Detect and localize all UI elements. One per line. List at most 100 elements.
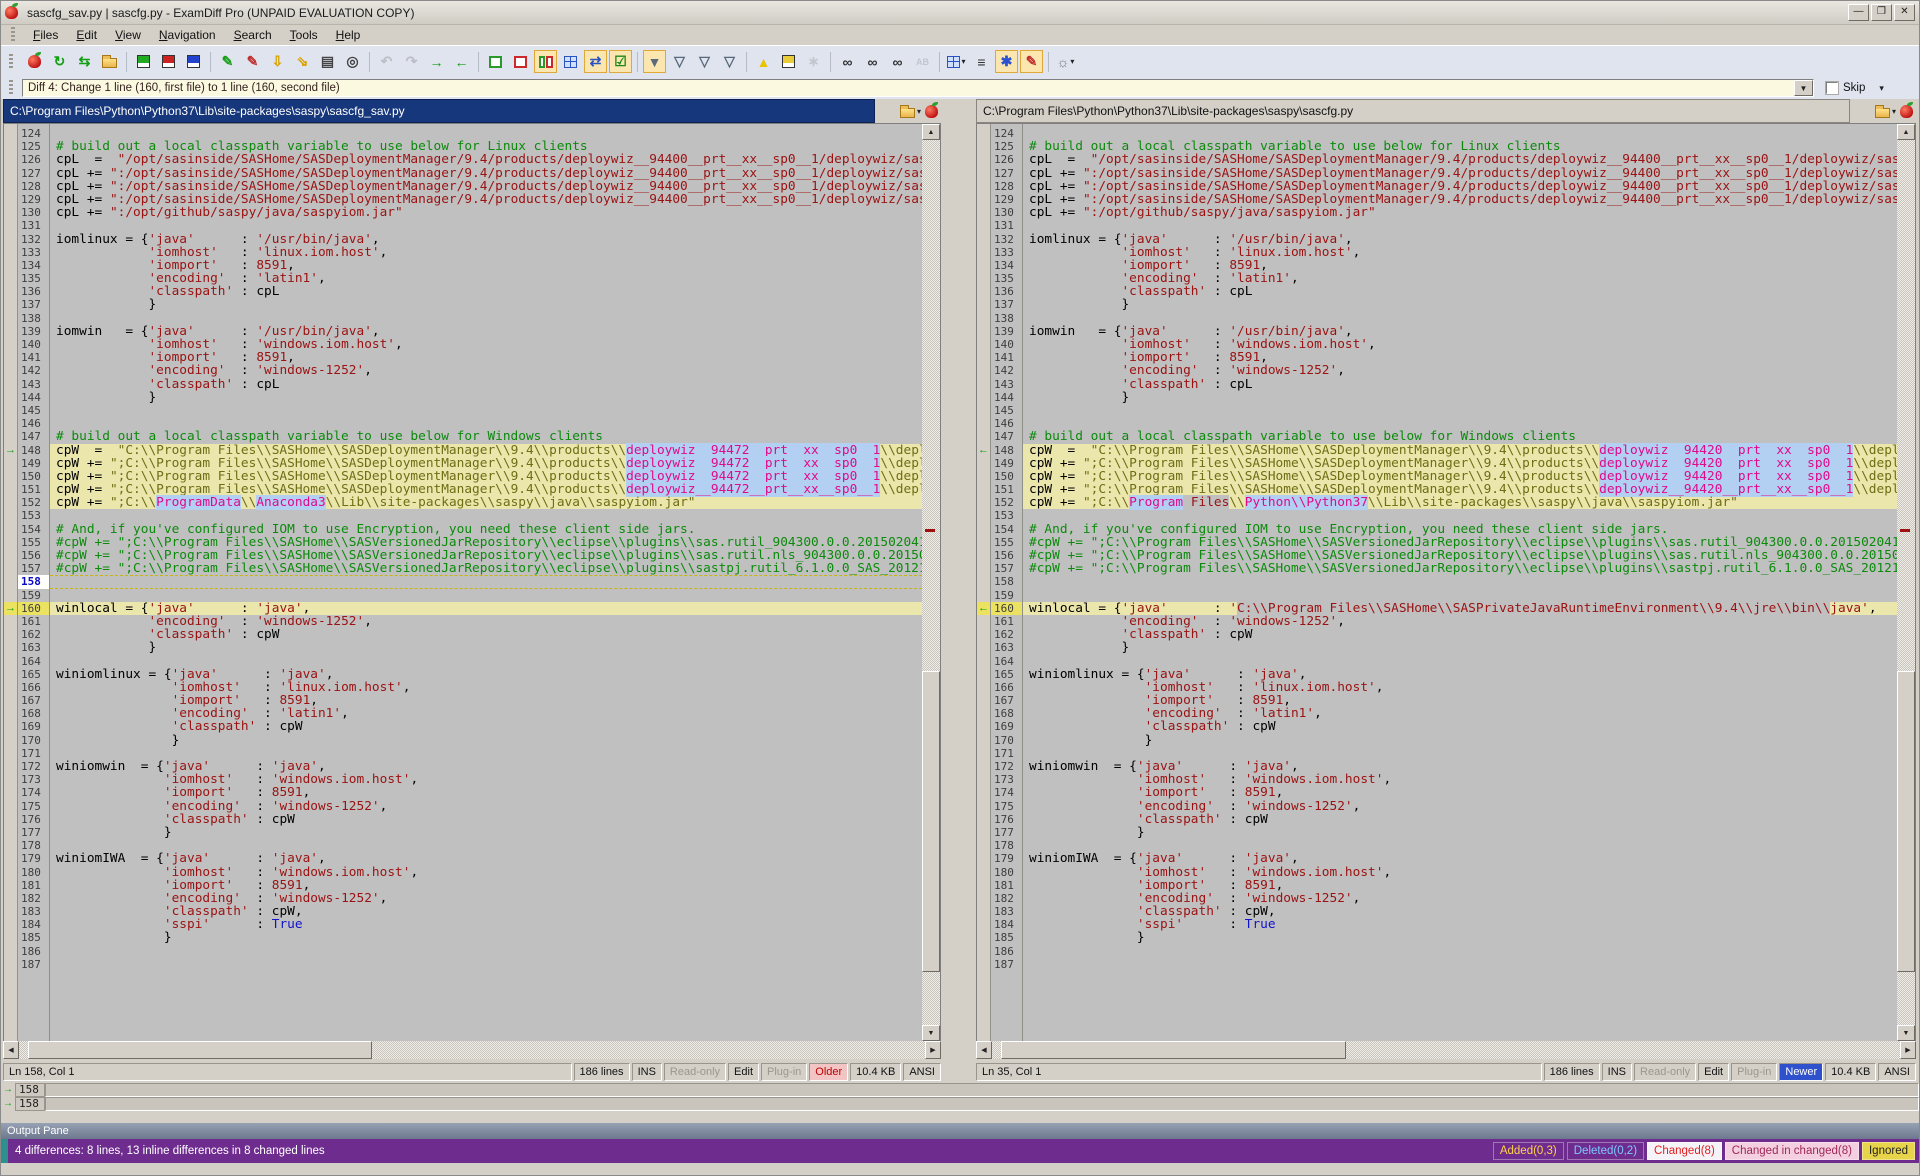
save-second-icon[interactable] xyxy=(157,50,180,73)
menu-item-files[interactable]: Files xyxy=(24,26,67,44)
skip-checkbox-group[interactable]: Skip xyxy=(1826,82,1865,94)
menu-item-navigation[interactable]: Navigation xyxy=(150,26,225,44)
horizontal-scroll-track[interactable] xyxy=(19,1041,925,1059)
code-line[interactable]: } xyxy=(1023,931,1897,944)
code-line[interactable]: } xyxy=(1023,641,1897,654)
menu-item-view[interactable]: View xyxy=(106,26,150,44)
code-line[interactable]: #cpW += ";C:\\Program Files\\SASHome\\SA… xyxy=(1023,562,1897,575)
scroll-down-button[interactable]: ▼ xyxy=(1897,1025,1915,1041)
code-line[interactable]: } xyxy=(1023,298,1897,311)
save-report-icon[interactable]: ⇩ xyxy=(266,50,289,73)
auto-recompare-icon[interactable]: ☑ xyxy=(609,50,632,73)
code-line[interactable]: cpL += ":/opt/github/saspy/java/saspyiom… xyxy=(1023,206,1897,219)
save-both-icon[interactable] xyxy=(182,50,205,73)
horizontal-scrollbar[interactable]: ◀▶ xyxy=(3,1041,941,1059)
code-line[interactable]: } xyxy=(50,734,922,747)
menu-grip[interactable] xyxy=(11,27,15,43)
minimize-button[interactable]: — xyxy=(1848,4,1869,21)
print-preview-icon[interactable]: ◎ xyxy=(341,50,364,73)
undo-icon[interactable]: ↶ xyxy=(375,50,398,73)
filter-all-icon[interactable]: ▼ xyxy=(643,50,666,73)
code-line[interactable] xyxy=(50,575,922,588)
vertical-scroll-thumb[interactable] xyxy=(922,671,940,972)
scroll-up-button[interactable]: ▲ xyxy=(1897,124,1915,140)
code-line[interactable]: cpL += ":/opt/github/saspy/java/saspyiom… xyxy=(50,206,922,219)
horizontal-scrollbar[interactable]: ◀▶ xyxy=(976,1041,1916,1059)
code-line[interactable]: cpW += ";C:\\Program Files\\Python\\Pyth… xyxy=(1023,496,1897,509)
code-line[interactable]: } xyxy=(50,298,922,311)
code-line[interactable]: cpW += ";C:\\ProgramData\\Anaconda3\\Lib… xyxy=(50,496,922,509)
scroll-right-button[interactable]: ▶ xyxy=(1900,1041,1916,1059)
settings-icon[interactable]: ☼▾ xyxy=(1054,50,1077,73)
code-line[interactable] xyxy=(1023,575,1897,588)
code-line[interactable]: } xyxy=(1023,826,1897,839)
code-line[interactable] xyxy=(1023,404,1897,417)
close-button[interactable]: ✕ xyxy=(1894,4,1915,21)
find-prev-icon[interactable]: ∞ xyxy=(886,50,909,73)
vertical-scroll-track[interactable] xyxy=(1897,140,1915,1025)
horizontal-split-icon[interactable] xyxy=(559,50,582,73)
show-first-pane-icon[interactable] xyxy=(484,50,507,73)
scroll-up-button[interactable]: ▲ xyxy=(922,124,940,140)
code-line[interactable]: } xyxy=(1023,734,1897,747)
code-line[interactable]: 'classpath' : cpL xyxy=(50,378,922,391)
warning-icon[interactable]: ▲ xyxy=(752,50,775,73)
code-line[interactable] xyxy=(1023,945,1897,958)
code-line[interactable] xyxy=(50,958,922,971)
open-files-icon[interactable] xyxy=(98,50,121,73)
code-line[interactable]: 'classpath' : cpL xyxy=(1023,378,1897,391)
save-first-icon[interactable] xyxy=(132,50,155,73)
code-line[interactable] xyxy=(50,945,922,958)
horizontal-scroll-track[interactable] xyxy=(992,1041,1900,1059)
vertical-scroll-thumb[interactable] xyxy=(1897,671,1915,972)
code-line[interactable]: 'classpath' : cpL xyxy=(1023,285,1897,298)
vertical-split-icon[interactable] xyxy=(534,50,557,73)
code-line[interactable]: 'sspi' : True xyxy=(1023,918,1897,931)
open-file-icon[interactable] xyxy=(1875,108,1890,118)
vertical-scroll-track[interactable] xyxy=(922,140,940,1025)
diffbar-overflow-chevron[interactable]: ▾ xyxy=(1879,83,1884,94)
code-line[interactable]: 'classpath' : cpW xyxy=(50,813,922,826)
menu-item-tools[interactable]: Tools xyxy=(281,26,327,44)
redo-icon[interactable]: ↷ xyxy=(400,50,423,73)
filter-deleted-icon[interactable]: ▽ xyxy=(693,50,716,73)
menu-item-help[interactable]: Help xyxy=(327,26,370,44)
plugins-icon[interactable]: ✱ xyxy=(995,50,1018,73)
scroll-down-button[interactable]: ▼ xyxy=(922,1025,940,1041)
synchronize-panes-icon[interactable]: ⇄ xyxy=(584,50,607,73)
code-line[interactable]: 'sspi' : True xyxy=(50,918,922,931)
edit-second-icon[interactable]: ✎ xyxy=(241,50,264,73)
line-options-icon[interactable]: ≡ xyxy=(970,50,993,73)
filter-added-icon[interactable]: ▽ xyxy=(668,50,691,73)
next-difference-icon[interactable]: → xyxy=(425,50,448,73)
compare-icon[interactable] xyxy=(23,50,46,73)
find-icon[interactable]: ∞ xyxy=(836,50,859,73)
code-line[interactable]: 'classpath' : cpW xyxy=(1023,628,1897,641)
open-file-caret[interactable]: ▾ xyxy=(917,107,921,116)
edit-mode-icon[interactable]: ✎ xyxy=(1020,50,1043,73)
recompare-files-icon[interactable]: ⇆ xyxy=(73,50,96,73)
code-line[interactable]: } xyxy=(50,826,922,839)
current-diff-combo[interactable]: Diff 4: Change 1 line (160, first file) … xyxy=(22,79,1814,97)
code-line[interactable] xyxy=(50,404,922,417)
horizontal-scroll-thumb[interactable] xyxy=(1001,1041,1346,1059)
open-file-caret[interactable]: ▾ xyxy=(1892,107,1896,116)
diffbar-grip[interactable] xyxy=(9,80,13,96)
compare-file-icon[interactable] xyxy=(1900,105,1913,118)
vertical-scrollbar[interactable]: ▲▼ xyxy=(1897,124,1915,1041)
code-line[interactable]: } xyxy=(50,391,922,404)
code-line[interactable]: } xyxy=(50,641,922,654)
toolbar-grip[interactable] xyxy=(9,54,13,70)
vertical-scrollbar[interactable]: ▲▼ xyxy=(922,124,940,1041)
code-line[interactable]: #cpW += ";C:\\Program Files\\SASHome\\SA… xyxy=(50,562,922,575)
code-line[interactable]: } xyxy=(1023,391,1897,404)
send-report-icon[interactable]: ⇘ xyxy=(291,50,314,73)
code-line[interactable]: } xyxy=(50,931,922,944)
scroll-left-button[interactable]: ◀ xyxy=(3,1041,19,1059)
scroll-right-button[interactable]: ▶ xyxy=(925,1041,941,1059)
recompare-icon[interactable]: ↻ xyxy=(48,50,71,73)
diff-combo-dropdown-button[interactable]: ▼ xyxy=(1794,80,1813,96)
find-next-icon[interactable]: ∞ xyxy=(861,50,884,73)
code-line[interactable]: 'classpath' : cpW xyxy=(50,628,922,641)
show-second-pane-icon[interactable] xyxy=(509,50,532,73)
